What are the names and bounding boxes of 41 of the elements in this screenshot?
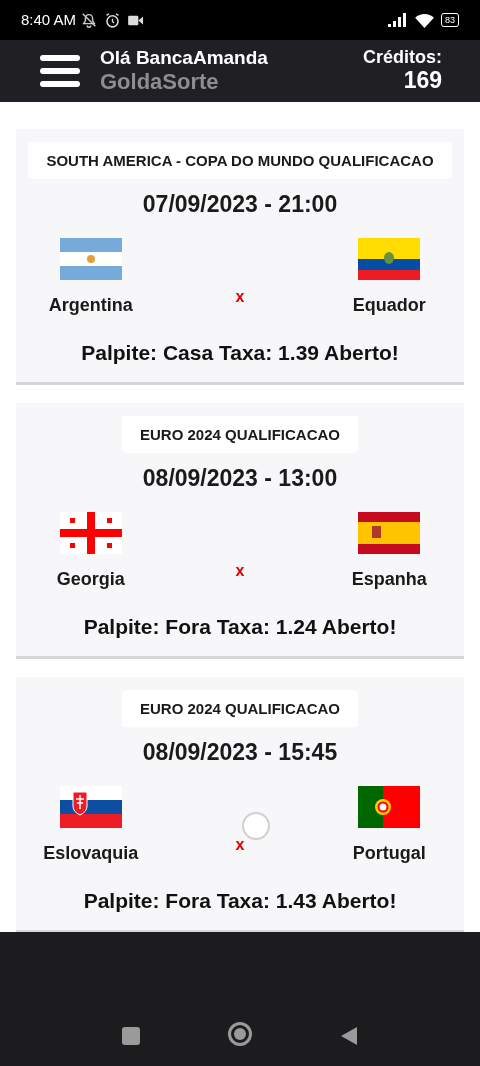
app-name: GoldaSorte	[100, 69, 220, 95]
team-name: Argentina	[48, 293, 133, 317]
match-card[interactable]: SOUTH AMERICA - COPA DO MUNDO QUALIFICACAO 07/09/2023 - 21:00 Argentina x Equador Palpite: Casa Taxa: 1.39 Aberto!	[16, 129, 464, 385]
match-datetime: 08/09/2023 - 15:45	[142, 738, 338, 767]
team-name: Eslovaquia	[43, 841, 139, 865]
signal-icon	[388, 13, 408, 27]
team-name: Equador	[352, 293, 426, 317]
league-label: EURO 2024 QUALIFICACAO	[121, 416, 358, 453]
versus-mark: x	[235, 834, 245, 855]
wifi-icon	[414, 12, 435, 28]
credits-value: 169	[403, 68, 442, 94]
tip-text: Palpite: Fora Taxa: 1.43 Aberto!	[83, 887, 397, 914]
team-name: Georgia	[56, 567, 125, 591]
match-datetime: 08/09/2023 - 13:00	[142, 464, 338, 493]
flag-icon	[358, 785, 421, 828]
menu-icon[interactable]	[40, 55, 80, 87]
status-time: 8:40 AM	[21, 9, 77, 30]
match-datetime: 07/09/2023 - 21:00	[142, 190, 338, 219]
versus-mark: x	[235, 560, 245, 581]
battery-indicator: 83	[441, 13, 459, 27]
credits-label: Créditos:	[363, 48, 442, 69]
league-label: SOUTH AMERICA - COPA DO MUNDO QUALIFICACAO	[28, 142, 452, 179]
flag-icon	[358, 237, 421, 280]
flag-icon	[59, 237, 122, 280]
team-name: Portugal	[352, 841, 426, 865]
versus-mark: x	[235, 286, 245, 307]
flag-icon	[358, 511, 421, 554]
match-card[interactable]: EURO 2024 QUALIFICACAO 08/09/2023 - 15:45 Eslovaquia x Portugal Palpite: Fora Taxa: 1.43 Aberto!	[16, 677, 464, 932]
alarm-icon	[104, 11, 122, 29]
team-name: Espanha	[351, 567, 427, 591]
league-label: EURO 2024 QUALIFICACAO	[121, 690, 358, 727]
tip-text: Palpite: Fora Taxa: 1.24 Aberto!	[83, 613, 397, 640]
greeting-text: Olá BancaAmanda	[100, 47, 268, 70]
flag-icon	[59, 511, 122, 554]
back-button[interactable]	[340, 1026, 358, 1046]
video-camera-icon	[128, 14, 145, 26]
flag-icon	[59, 785, 122, 828]
home-button[interactable]	[228, 1022, 252, 1046]
tip-text: Palpite: Casa Taxa: 1.39 Aberto!	[81, 339, 399, 366]
muted-bell-icon	[80, 11, 99, 29]
match-card[interactable]: EURO 2024 QUALIFICACAO 08/09/2023 - 13:00 Georgia x Espanha Palpite: Fora Taxa: 1.24 Aberto!	[16, 403, 464, 659]
